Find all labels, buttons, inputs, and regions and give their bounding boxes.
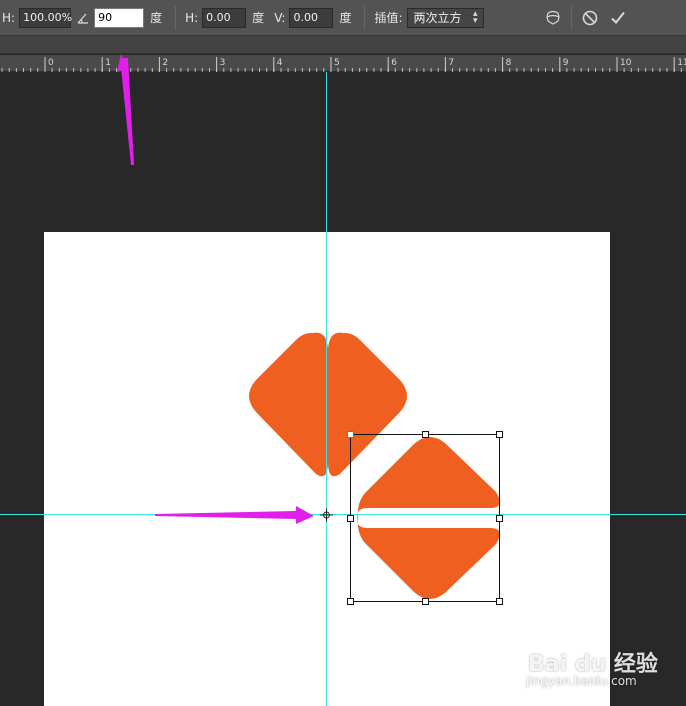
h-skew-label: H: — [185, 10, 199, 25]
interpolation-select-value: 两次立方 — [413, 11, 462, 25]
ruler-tick-label: 0 — [48, 58, 54, 68]
ruler-tick-label: 9 — [563, 58, 569, 68]
transform-options-bar: H: 100.00% 90 度 H: 0.00 度 V: 0.00 度 插值: … — [0, 0, 686, 36]
angle-unit-label: 度 — [150, 11, 163, 25]
h-scale-label: H: — [2, 10, 16, 25]
document-canvas[interactable] — [44, 232, 610, 706]
angle-icon — [77, 13, 89, 24]
ruler-tick-label: 10 — [620, 58, 632, 68]
checkmark-icon — [610, 11, 625, 24]
baidu-watermark: Bai du 经验 jingyan.baidu.com — [524, 644, 684, 704]
ruler-tick-label: 1 — [105, 58, 111, 68]
h-skew-input[interactable]: 0.00 — [202, 7, 247, 28]
commit-transform-button[interactable] — [607, 7, 629, 29]
ruler-tick-label: 6 — [391, 58, 397, 68]
h-skew-unit-label: 度 — [252, 11, 265, 25]
ruler-tick-label: 11 — [677, 58, 686, 68]
v-skew-unit-label: 度 — [339, 11, 352, 25]
separator — [364, 5, 366, 30]
ruler-tick-label: 8 — [506, 58, 512, 68]
ruler-tick-label: 5 — [334, 58, 340, 68]
cancel-transform-button[interactable] — [579, 7, 601, 29]
interpolation-select[interactable]: 两次立方 ▴ ▾ — [406, 7, 484, 28]
v-skew-label: V: — [274, 10, 286, 25]
horizontal-ruler[interactable]: 0 1 2 3 4 5 6 7 8 9 10 11 — [0, 55, 686, 72]
h-scale-input[interactable]: 100.00% — [19, 7, 72, 28]
chevron-updown-icon: ▴ ▾ — [473, 8, 478, 26]
separator — [175, 5, 177, 30]
ruler-tick-label: 4 — [277, 58, 283, 68]
ruler-tick-label: 3 — [220, 58, 226, 68]
ruler-tick-label: 2 — [162, 58, 168, 68]
document-tab-strip — [0, 36, 686, 54]
warp-mode-button[interactable] — [542, 7, 564, 29]
ruler-tick-label: 7 — [448, 58, 454, 68]
ruler-ticks: 0 1 2 3 4 5 6 7 8 9 10 11 — [1, 57, 686, 72]
interpolation-label: 插值: — [374, 11, 403, 25]
watermark-url: jingyan.baidu.com — [526, 674, 637, 688]
warp-icon — [545, 10, 560, 25]
separator — [570, 5, 572, 30]
cancel-icon — [582, 10, 597, 25]
v-skew-input[interactable]: 0.00 — [289, 7, 334, 28]
rotate-angle-input[interactable]: 90 — [94, 7, 145, 28]
